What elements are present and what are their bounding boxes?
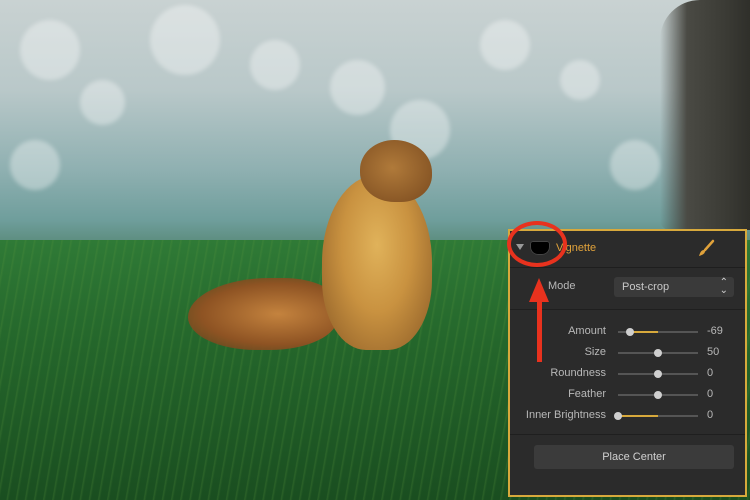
slider-label: Roundness bbox=[550, 367, 606, 379]
slider-row-size: Size 50 bbox=[510, 343, 745, 363]
slider-knob[interactable] bbox=[654, 391, 662, 399]
mode-select-value: Post-crop bbox=[622, 281, 670, 293]
slider-value[interactable]: 0 bbox=[707, 388, 713, 400]
annotation-circle bbox=[507, 221, 567, 267]
slider-row-inner-brightness: Inner Brightness 0 bbox=[510, 406, 745, 426]
slider-value[interactable]: 50 bbox=[707, 346, 719, 358]
slider-knob[interactable] bbox=[614, 412, 622, 420]
slider-label: Amount bbox=[568, 325, 606, 337]
slider-knob[interactable] bbox=[626, 328, 634, 336]
squirrel-head bbox=[360, 140, 432, 202]
slider-row-feather: Feather 0 bbox=[510, 385, 745, 405]
divider bbox=[510, 309, 745, 310]
slider-label: Inner Brightness bbox=[525, 409, 606, 421]
place-center-button[interactable]: Place Center bbox=[534, 445, 734, 469]
tree-trunk bbox=[660, 0, 750, 230]
mode-select[interactable]: Post-crop ⌃ ⌄ bbox=[614, 277, 734, 297]
squirrel-body bbox=[322, 175, 432, 350]
slider-knob[interactable] bbox=[654, 349, 662, 357]
slider-label: Feather bbox=[568, 388, 606, 400]
vignette-panel: Vignette Mode Post-crop ⌃ ⌄ Amount -69 Size… bbox=[508, 229, 747, 497]
annotation-arrow-head bbox=[529, 278, 549, 302]
slider-value[interactable]: -69 bbox=[707, 325, 723, 337]
slider-fill bbox=[618, 415, 658, 417]
annotation-arrow-shaft bbox=[537, 300, 542, 362]
slider-value[interactable]: 0 bbox=[707, 367, 713, 379]
slider-knob[interactable] bbox=[654, 370, 662, 378]
slider-row-amount: Amount -69 bbox=[510, 322, 745, 342]
slider-fill bbox=[630, 331, 658, 333]
divider bbox=[510, 434, 745, 435]
slider-value[interactable]: 0 bbox=[707, 409, 713, 421]
mode-label: Mode bbox=[548, 280, 576, 292]
brush-icon[interactable] bbox=[696, 239, 716, 262]
slider-row-roundness: Roundness 0 bbox=[510, 364, 745, 384]
slider-label: Size bbox=[584, 346, 606, 358]
squirrel-tail bbox=[188, 278, 338, 350]
updown-chevron-icon: ⌃ ⌄ bbox=[719, 277, 728, 296]
